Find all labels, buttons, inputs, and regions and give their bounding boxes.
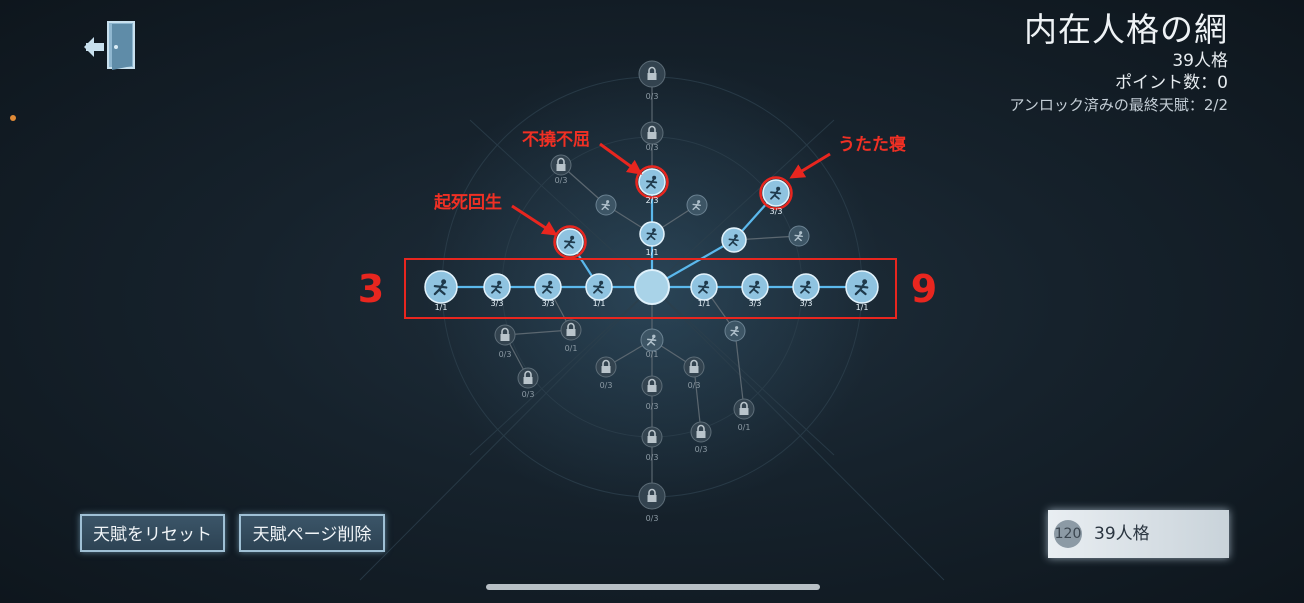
talent-node-level: 0/3 [555,176,568,185]
talent-node-level: 3/3 [749,299,762,308]
talent-node[interactable] [640,328,664,352]
talent-node[interactable] [639,221,665,247]
talent-node[interactable] [553,225,587,259]
talent-node-level: 0/3 [522,390,535,399]
talent-node-level: 0/3 [600,381,613,390]
talent-node[interactable] [640,121,664,145]
talent-node[interactable] [534,273,562,301]
talent-node[interactable] [690,421,712,443]
talent-node[interactable] [560,319,582,341]
reset-talents-button[interactable]: 天賦をリセット [80,514,225,552]
talent-node[interactable] [517,367,539,389]
talent-node-level: 0/3 [646,402,659,411]
talent-node[interactable] [635,165,669,199]
persona-label: 39人格 [1094,524,1150,544]
talent-node-level: 0/3 [695,445,708,454]
talent-node-level: 2/3 [646,196,659,205]
talent-node-level: 1/1 [698,299,711,308]
annotation-right-number: 9 [911,267,937,311]
talent-node[interactable] [641,426,663,448]
talent-node[interactable] [792,273,820,301]
talent-node[interactable] [424,270,458,304]
talent-node[interactable] [595,194,617,216]
talent-node[interactable] [686,194,708,216]
talent-node[interactable] [483,273,511,301]
persona-selector[interactable]: 120 39人格 [1048,510,1229,558]
talent-node[interactable] [741,273,769,301]
talent-node[interactable] [638,482,666,510]
talent-node[interactable] [595,356,617,378]
annotation-label-nap: うたた寝 [838,134,906,155]
annotation-label-tide-turner: 不撓不屈 [522,130,590,150]
talent-node-level: 0/3 [499,350,512,359]
talent-node-level: 0/3 [688,381,701,390]
talent-node-level: 3/3 [491,299,504,308]
talent-node[interactable] [494,324,516,346]
talent-node[interactable] [724,320,746,342]
talent-node-level: 3/3 [770,207,783,216]
delete-talent-page-button[interactable]: 天賦ページ削除 [239,514,385,552]
talent-node[interactable] [788,225,810,247]
talent-node-level: 0/1 [646,350,659,359]
talent-node-disc [634,269,670,305]
talent-node[interactable] [759,176,793,210]
talent-node-level: 1/1 [856,303,869,312]
talent-node[interactable] [690,273,718,301]
talent-node-level: 1/1 [435,303,448,312]
talent-node[interactable] [585,273,613,301]
talent-node-level: 1/1 [593,299,606,308]
talent-node-level: 0/3 [646,143,659,152]
talent-node[interactable] [638,60,666,88]
talent-node-level: 3/3 [542,299,555,308]
talent-node-level: 0/1 [565,344,578,353]
talent-node[interactable] [845,270,879,304]
talent-node-level: 1/1 [646,248,659,257]
annotation-label-borrowed-time: 起死回生 [433,192,502,213]
talent-node[interactable] [634,269,670,305]
home-indicator[interactable] [486,584,820,590]
talent-node[interactable] [683,356,705,378]
talent-node[interactable] [721,227,747,253]
talent-node-level: 0/3 [646,453,659,462]
talent-node-level: 0/3 [646,514,659,523]
annotation-left-number: 3 [358,267,384,311]
talent-node[interactable] [641,375,663,397]
talent-node[interactable] [550,154,572,176]
talent-node-level: 0/1 [738,423,751,432]
persona-cost-badge: 120 [1054,520,1082,548]
talent-node-level: 3/3 [800,299,813,308]
talent-node[interactable] [733,398,755,420]
talent-node-level: 0/3 [646,92,659,101]
